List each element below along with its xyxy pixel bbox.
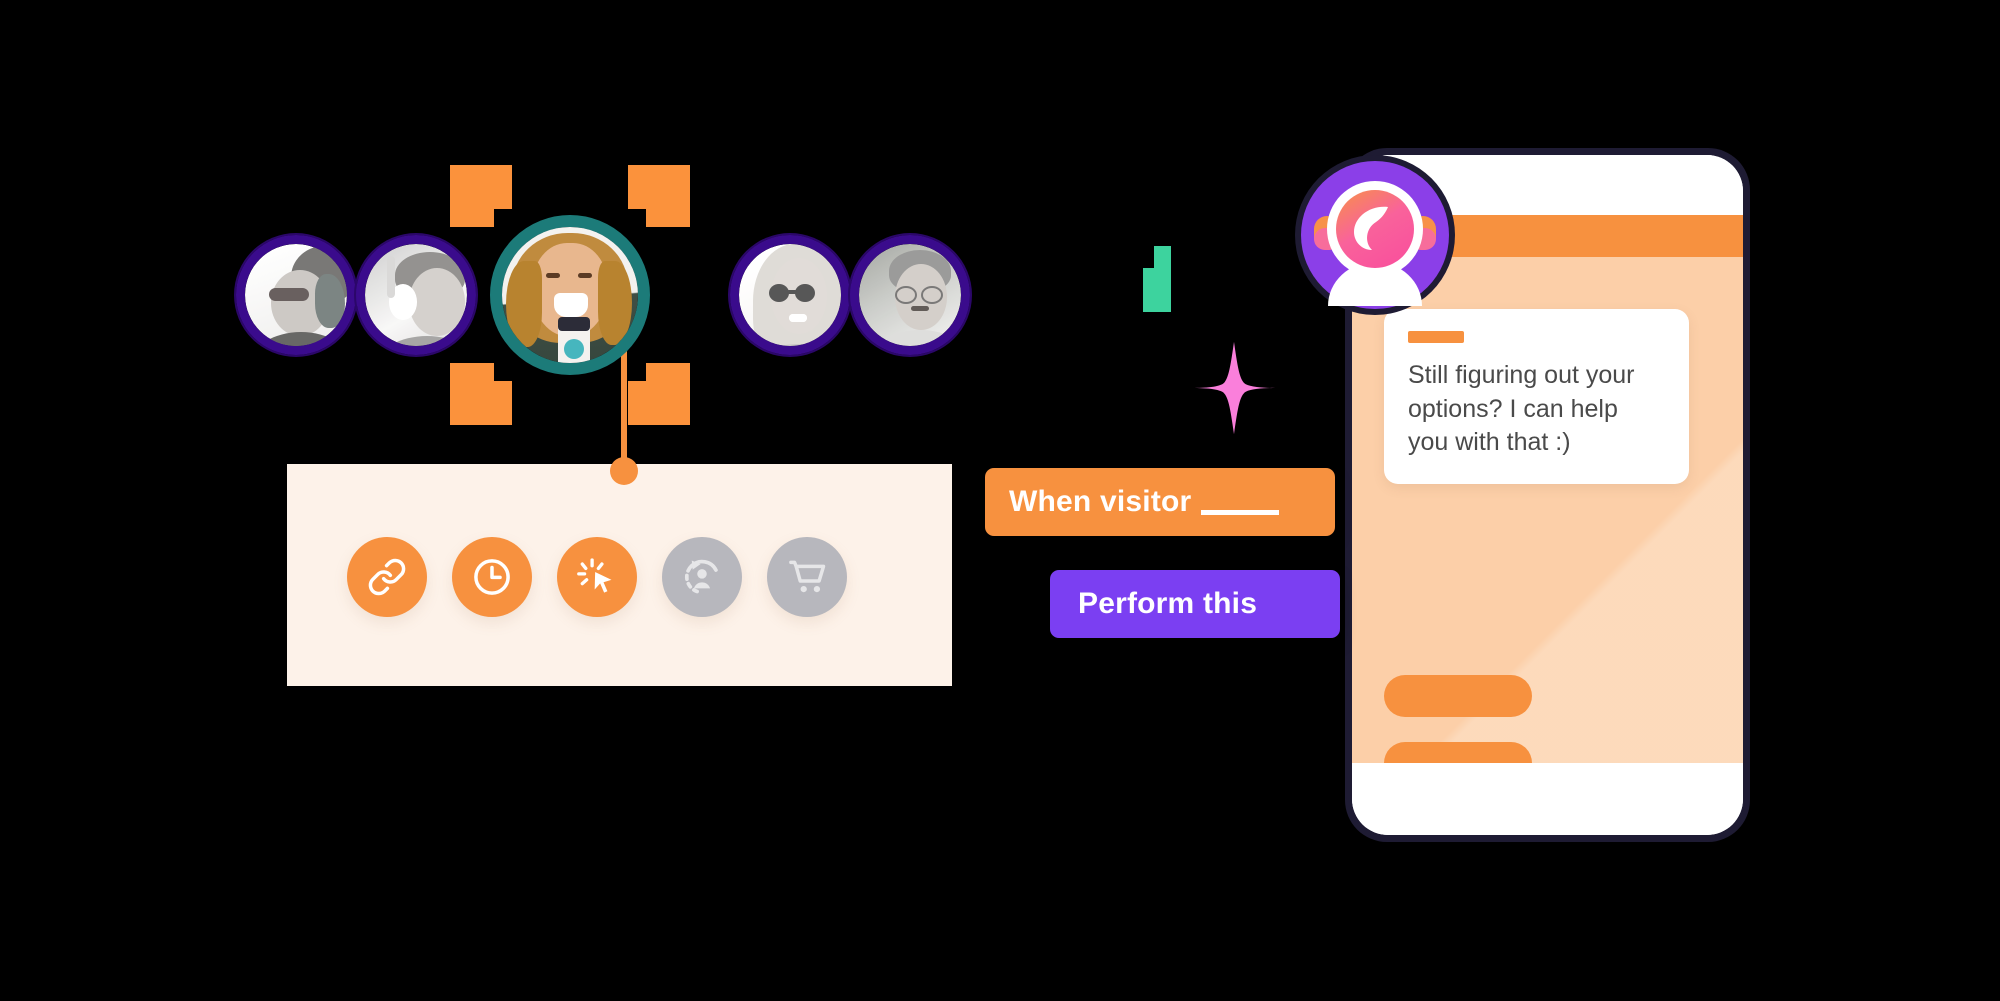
chat-message-bubble: Still figuring out your options? I can h… [1384, 309, 1689, 484]
link-icon [367, 557, 407, 597]
avatar-visitor-4[interactable] [730, 235, 850, 355]
avatar-photo [859, 244, 961, 346]
rule-condition-label: When visitor [1009, 485, 1192, 518]
trigger-retarget-button[interactable] [662, 537, 742, 617]
retarget-user-icon [680, 555, 724, 599]
trigger-icon-strip [347, 537, 847, 617]
avatar-visitor-5[interactable] [850, 235, 970, 355]
click-cursor-icon [576, 556, 618, 598]
avatar-photo [739, 244, 841, 346]
decor-pink-sparkle-icon [1186, 340, 1282, 436]
trigger-panel [287, 464, 952, 686]
quick-reply-2[interactable] [1384, 742, 1532, 763]
focus-connector-dot [610, 457, 638, 485]
clock-icon [471, 556, 513, 598]
illustration-stage: When visitor Perform this Still figuring… [0, 0, 2000, 1001]
avatar-visitor-3-focused[interactable] [490, 215, 650, 375]
trigger-link-button[interactable] [347, 537, 427, 617]
chat-bubble-accent-bar [1408, 331, 1464, 343]
rule-action-label: Perform this [1078, 587, 1258, 620]
rule-action-badge[interactable]: Perform this [1050, 570, 1340, 638]
rule-condition-blank[interactable] [1201, 490, 1280, 515]
phone-home-area [1352, 763, 1743, 835]
audience-avatar-row [236, 165, 1026, 425]
rule-condition-badge[interactable]: When visitor [985, 468, 1335, 536]
trigger-click-button[interactable] [557, 537, 637, 617]
trigger-cart-button[interactable] [767, 537, 847, 617]
avatar-visitor-2[interactable] [356, 235, 476, 355]
avatar-photo [365, 244, 467, 346]
trigger-time-button[interactable] [452, 537, 532, 617]
chat-message-text: Still figuring out your options? I can h… [1408, 361, 1635, 456]
avatar-visitor-1[interactable] [236, 235, 356, 355]
chatbot-avatar[interactable] [1290, 150, 1460, 320]
shopping-cart-icon [785, 555, 829, 599]
decor-green-bar-notch [1143, 246, 1154, 268]
avatar-photo [245, 244, 347, 346]
chat-widget-body: Still figuring out your options? I can h… [1352, 257, 1743, 763]
quick-reply-1[interactable] [1384, 675, 1532, 717]
